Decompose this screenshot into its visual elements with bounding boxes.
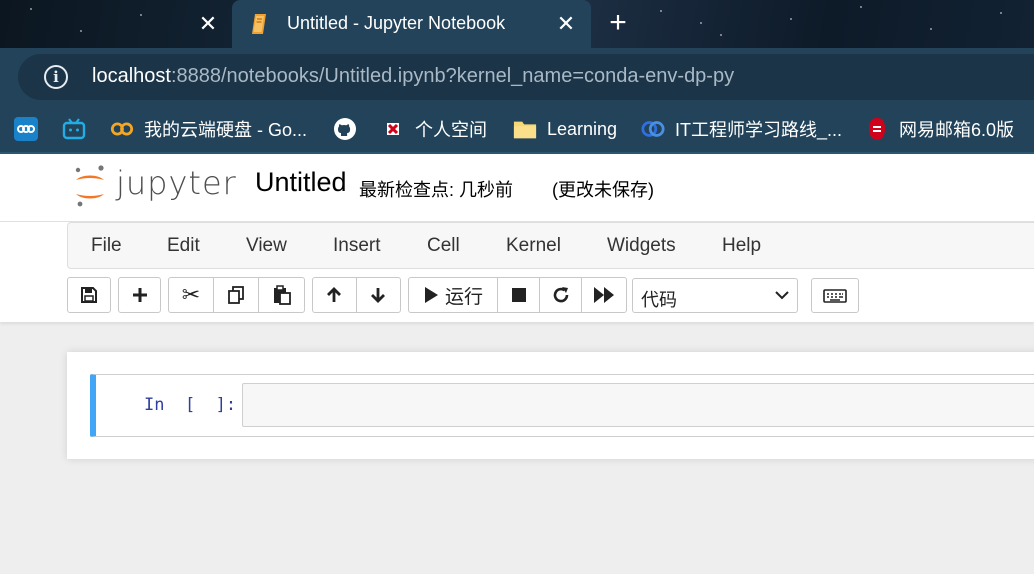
copy-icon <box>228 286 244 304</box>
restart-icon <box>553 287 568 303</box>
save-icon <box>81 287 97 303</box>
paste-button[interactable] <box>259 278 304 312</box>
stop-icon <box>511 288 526 302</box>
run-label: 运行 <box>444 286 483 308</box>
run-button[interactable]: 运行 <box>409 278 498 312</box>
move-down-button[interactable] <box>357 278 401 312</box>
fast-forward-icon <box>594 287 614 303</box>
checkpoint-status: 最新检查点: 几秒前 <box>359 180 514 200</box>
bookmark-learning[interactable]: Learning <box>513 116 617 142</box>
browser-tab-strip: ✕ Untitled - Jupyter Notebook ✕ + <box>0 0 1034 48</box>
jupyter-logo-text[interactable]: jupyter <box>116 164 237 202</box>
toolbar-group-edit: ✂ <box>168 277 305 313</box>
bookmark-personal-space[interactable]: 个人空间 <box>381 116 487 142</box>
jupyter-menu-toolbar: File Edit View Insert Cell Kernel Widget… <box>0 222 1034 322</box>
chevron-down-icon <box>775 291 789 300</box>
toolbar-group-save <box>67 277 111 313</box>
site-info-icon[interactable]: i <box>44 65 68 89</box>
bookmark-google-drive[interactable]: 我的云端硬盘 - Go... <box>110 116 307 142</box>
menubar: File Edit View Insert Cell Kernel Widget… <box>67 222 1034 269</box>
copy-button[interactable] <box>214 278 259 312</box>
bookmark-github[interactable] <box>333 116 367 142</box>
url-host: localhost <box>92 65 171 87</box>
tab-close-icon[interactable]: ✕ <box>554 12 578 36</box>
menu-view[interactable]: View <box>246 235 287 257</box>
menu-help[interactable]: Help <box>722 235 761 257</box>
learning-path-icon <box>641 117 665 141</box>
arrow-up-icon <box>327 287 342 302</box>
browser-toolbar: i localhost:8888/notebooks/Untitled.ipyn… <box>0 48 1034 104</box>
restart-run-all-button[interactable] <box>582 278 626 312</box>
play-icon <box>424 287 438 303</box>
scissors-icon: ✂ <box>181 282 201 307</box>
bookmark-it-learning-path[interactable]: IT工程师学习路线_... <box>641 116 842 142</box>
personal-space-icon <box>381 117 405 141</box>
toolbar-group-move <box>312 277 401 313</box>
cell-type-value: 代码 <box>641 290 677 310</box>
bilibili-icon <box>62 117 86 141</box>
menu-cell[interactable]: Cell <box>427 235 460 257</box>
address-bar[interactable]: i localhost:8888/notebooks/Untitled.ipyn… <box>18 54 1034 100</box>
tab-jupyter[interactable]: Untitled - Jupyter Notebook ✕ <box>232 0 591 48</box>
menu-kernel[interactable]: Kernel <box>506 235 561 257</box>
keyboard-icon <box>823 288 847 303</box>
bookmark-bilibili[interactable] <box>62 116 96 142</box>
toolbar-group-run: 运行 <box>408 277 627 313</box>
bookmark-netease-mail[interactable]: 网易邮箱6.0版 <box>865 116 1014 142</box>
insert-cell-button[interactable] <box>119 278 160 312</box>
github-icon <box>333 117 357 141</box>
paste-icon <box>273 285 291 305</box>
code-input-area[interactable] <box>242 383 1034 427</box>
cell-type-select[interactable]: 代码 <box>632 278 798 313</box>
plus-icon <box>132 288 147 302</box>
folder-icon <box>513 117 537 141</box>
previous-tab-close-icon[interactable]: ✕ <box>196 12 220 36</box>
restart-button[interactable] <box>540 278 582 312</box>
bookmark-nextcloud[interactable] <box>14 116 48 142</box>
autosave-status: (更改未保存) <box>552 180 654 200</box>
input-prompt: In [ ]: <box>144 395 237 415</box>
bookmark-label: 网易邮箱6.0版 <box>899 120 1015 140</box>
command-palette-button[interactable] <box>811 278 859 313</box>
toolbar-group-insert <box>118 277 161 313</box>
move-up-button[interactable] <box>313 278 357 312</box>
nextcloud-icon <box>14 117 38 141</box>
bookmarks-bar: 我的云端硬盘 - Go... 个人空间 Learning IT工程师学习路线_.… <box>0 104 1034 154</box>
jupyter-logo-icon[interactable] <box>72 164 108 208</box>
menu-widgets[interactable]: Widgets <box>607 235 676 257</box>
bookmark-label: 我的云端硬盘 - Go... <box>144 120 308 140</box>
jupyter-header: jupyter Untitled 最新检查点: 几秒前 (更改未保存) <box>0 154 1034 222</box>
interrupt-button[interactable] <box>498 278 540 312</box>
menu-edit[interactable]: Edit <box>167 235 200 257</box>
netease-mail-icon <box>865 117 889 141</box>
url-text[interactable]: localhost:8888/notebooks/Untitled.ipynb?… <box>92 65 734 88</box>
bookmark-label: Learning <box>547 118 618 139</box>
bookmark-label: IT工程师学习路线_... <box>675 120 843 140</box>
menu-insert[interactable]: Insert <box>333 235 381 257</box>
menu-file[interactable]: File <box>91 235 122 257</box>
cloud-drive-icon <box>110 117 134 141</box>
code-cell[interactable]: In [ ]: <box>90 374 1034 437</box>
cut-button[interactable]: ✂ <box>169 278 214 312</box>
notebook-container: In [ ]: <box>67 352 1034 459</box>
tab-title: Untitled - Jupyter Notebook <box>287 13 506 33</box>
bookmark-label: 个人空间 <box>415 120 487 140</box>
url-path: :8888/notebooks/Untitled.ipynb?kernel_na… <box>170 65 735 87</box>
notebook-favicon-icon <box>252 14 266 34</box>
save-button[interactable] <box>68 278 110 312</box>
notebook-name[interactable]: Untitled <box>255 167 347 198</box>
arrow-down-icon <box>371 288 386 303</box>
new-tab-icon[interactable]: + <box>604 8 632 38</box>
